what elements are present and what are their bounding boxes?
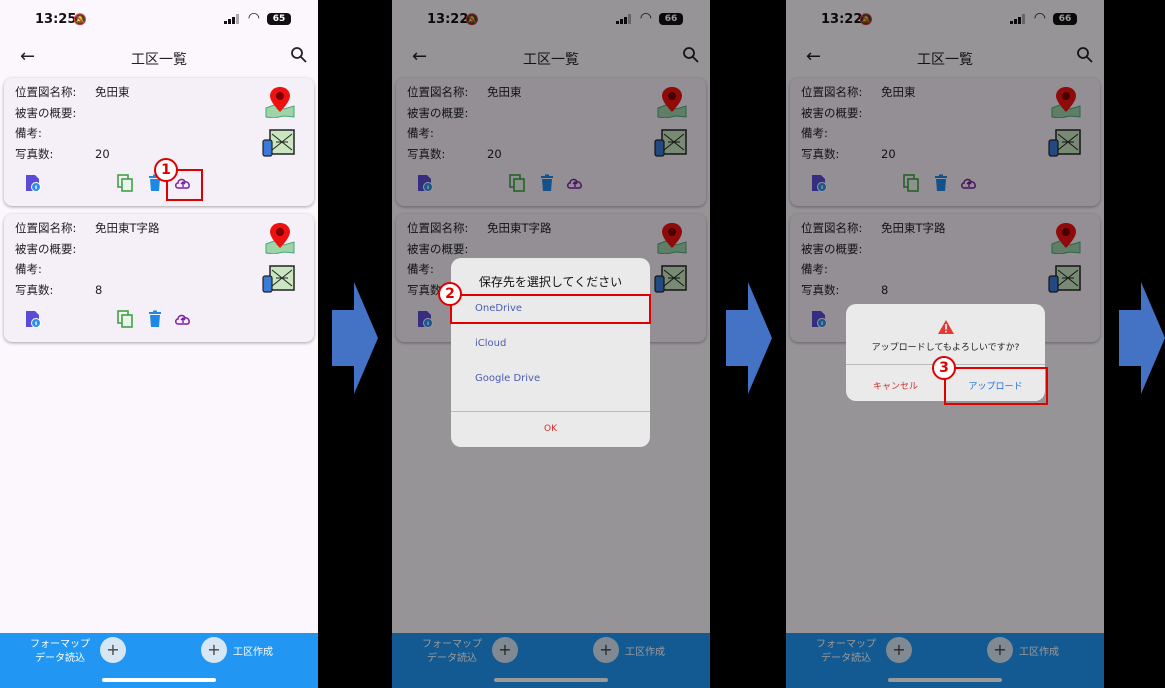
info-document-icon[interactable] bbox=[24, 310, 42, 328]
map-file-icon[interactable] bbox=[262, 264, 296, 294]
location-label: 位置図名称: bbox=[15, 221, 77, 235]
silent-bell-icon: 🔕 bbox=[73, 13, 87, 26]
damage-label: 被害の概要: bbox=[15, 242, 77, 256]
dialog-title: 保存先を選択してください bbox=[478, 275, 623, 289]
home-indicator[interactable] bbox=[102, 678, 216, 682]
next-step-arrow-icon bbox=[726, 282, 772, 394]
tutorial-stage: 13:25 🔕 ◠ 65 ← 工区一覧 位置図名称: 免田東 被害の概要: 備考:… bbox=[0, 0, 1165, 688]
map-file-icon[interactable] bbox=[262, 128, 296, 158]
option-icloud[interactable]: iCloud bbox=[475, 338, 506, 349]
site-card[interactable]: 位置図名称: 免田東 被害の概要: 備考: 写真数: 20 bbox=[4, 78, 314, 206]
map-pin-icon[interactable] bbox=[264, 86, 296, 118]
create-site-label: 工区作成 bbox=[233, 647, 273, 658]
photos-value: 8 bbox=[95, 283, 103, 297]
cloud-upload-icon[interactable] bbox=[174, 310, 192, 328]
info-document-icon[interactable] bbox=[24, 174, 42, 192]
confirm-message: アップロードしてもよろしいですか? bbox=[871, 343, 1020, 353]
site-card[interactable]: 位置図名称: 免田東T字路 被害の概要: 備考: 写真数: 8 bbox=[4, 214, 314, 342]
status-bar: 13:25 🔕 ◠ 65 bbox=[0, 0, 318, 40]
step-badge-2: 2 bbox=[438, 282, 462, 306]
search-icon[interactable] bbox=[290, 46, 308, 64]
wifi-icon: ◠ bbox=[247, 10, 260, 26]
battery-icon: 65 bbox=[267, 13, 291, 25]
damage-label: 被害の概要: bbox=[15, 106, 77, 120]
step-badge-1: 1 bbox=[154, 158, 178, 182]
page-title: 工区一覧 bbox=[131, 52, 187, 68]
phone-screen-1: 13:25 🔕 ◠ 65 ← 工区一覧 位置図名称: 免田東 被害の概要: 備考:… bbox=[0, 0, 318, 688]
location-value: 免田東 bbox=[95, 85, 130, 99]
format-load-label-line2: データ読込 bbox=[35, 653, 85, 664]
format-load-button[interactable]: + bbox=[100, 637, 126, 663]
format-load-label-line1: フォーマップ bbox=[30, 639, 90, 650]
save-destination-dialog: 保存先を選択してください OneDrive iCloud Google Driv… bbox=[451, 258, 650, 447]
ok-button[interactable]: OK bbox=[451, 424, 650, 434]
warning-icon bbox=[938, 320, 954, 334]
photos-value: 20 bbox=[95, 147, 110, 161]
map-pin-icon[interactable] bbox=[264, 222, 296, 254]
copy-icon[interactable] bbox=[116, 310, 134, 328]
step-badge-3: 3 bbox=[932, 356, 956, 380]
note-label: 備考: bbox=[15, 262, 42, 276]
divider bbox=[451, 411, 650, 412]
note-label: 備考: bbox=[15, 126, 42, 140]
copy-icon[interactable] bbox=[116, 174, 134, 192]
highlight-upload-button bbox=[944, 367, 1048, 405]
photos-label: 写真数: bbox=[15, 283, 54, 297]
signal-icon bbox=[224, 14, 239, 24]
next-step-arrow-icon bbox=[332, 282, 378, 394]
next-step-arrow-icon bbox=[1119, 282, 1165, 394]
phone-screen-2: 13:22 🔕 ◠ 66 ← 工区一覧 位置図名称: 免田東 被害の概要: 備考:… bbox=[392, 0, 710, 688]
app-bar: ← 工区一覧 bbox=[0, 44, 318, 72]
create-site-button[interactable]: + bbox=[201, 637, 227, 663]
phone-screen-3: 13:22 🔕 ◠ 66 ← 工区一覧 位置図名称: 免田東 被害の概要: 備考:… bbox=[786, 0, 1104, 688]
trash-icon[interactable] bbox=[146, 310, 164, 328]
option-google-drive[interactable]: Google Drive bbox=[475, 373, 540, 384]
status-time: 13:25 bbox=[35, 12, 77, 27]
location-value: 免田東T字路 bbox=[95, 221, 160, 235]
location-label: 位置図名称: bbox=[15, 85, 77, 99]
cancel-button[interactable]: キャンセル bbox=[846, 379, 945, 392]
photos-label: 写真数: bbox=[15, 147, 54, 161]
highlight-onedrive bbox=[450, 294, 651, 324]
